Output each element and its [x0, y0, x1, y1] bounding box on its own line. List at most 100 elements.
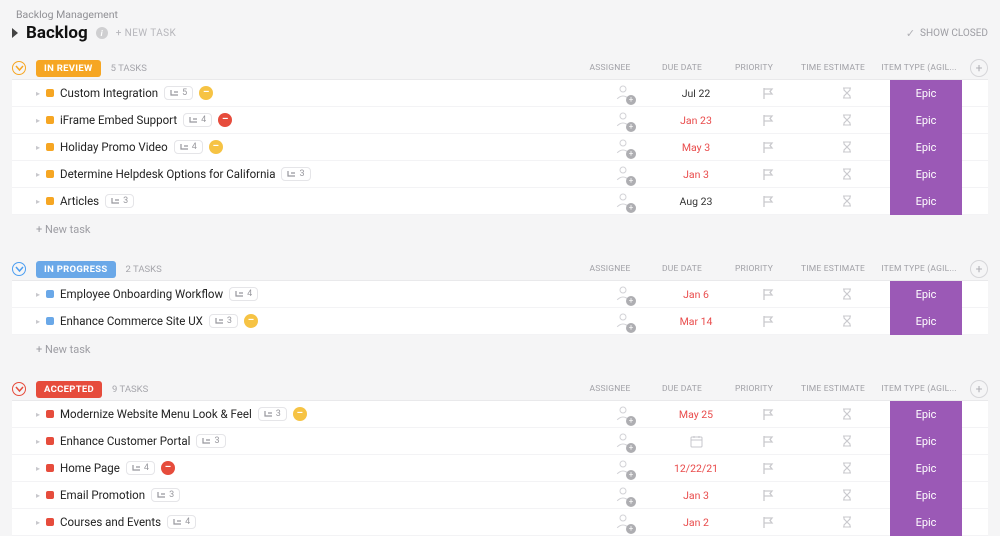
assignee-cell[interactable]: +	[588, 512, 660, 532]
item-type-cell[interactable]: Epic	[890, 281, 962, 308]
item-type-cell[interactable]: Epic	[890, 308, 962, 335]
task-name[interactable]: Enhance Commerce Site UX	[60, 314, 203, 328]
priority-cell[interactable]	[732, 195, 804, 207]
item-type-cell[interactable]: Epic	[890, 188, 962, 215]
add-column-button[interactable]: +	[970, 380, 988, 398]
task-name[interactable]: Holiday Promo Video	[60, 140, 168, 154]
status-square-icon[interactable]	[46, 410, 54, 418]
new-task-row[interactable]: + New task	[12, 215, 988, 240]
expand-caret-icon[interactable]: ▸	[36, 89, 40, 98]
task-name[interactable]: Courses and Events	[60, 515, 161, 529]
task-row[interactable]: ▸Employee Onboarding Workflow4+Jan 6Epic	[12, 281, 988, 308]
add-assignee-icon[interactable]: +	[626, 416, 636, 426]
assignee-cell[interactable]: +	[588, 311, 660, 331]
subtask-count-chip[interactable]: 4	[167, 515, 196, 529]
task-name[interactable]: Home Page	[60, 461, 120, 475]
due-date-cell[interactable]	[660, 435, 732, 448]
status-square-icon[interactable]	[46, 290, 54, 298]
priority-cell[interactable]	[732, 114, 804, 126]
due-date-cell[interactable]: May 3	[660, 141, 732, 154]
add-column-button[interactable]: +	[970, 59, 988, 77]
col-due-date[interactable]: DUE DATE	[646, 384, 718, 394]
priority-cell[interactable]	[732, 516, 804, 528]
status-square-icon[interactable]	[46, 437, 54, 445]
assignee-cell[interactable]: +	[588, 284, 660, 304]
col-assignee[interactable]: ASSIGNEE	[574, 264, 646, 274]
priority-cell[interactable]	[732, 489, 804, 501]
item-type-cell[interactable]: Epic	[890, 161, 962, 188]
col-priority[interactable]: PRIORITY	[718, 63, 790, 73]
subtask-count-chip[interactable]: 3	[209, 314, 238, 328]
subtask-count-chip[interactable]: 3	[281, 167, 310, 181]
time-estimate-cell[interactable]	[804, 114, 890, 126]
status-badge[interactable]: –	[161, 461, 175, 475]
col-item-type[interactable]: ITEM TYPE (AGIL...	[876, 264, 962, 274]
expand-caret-icon[interactable]: ▸	[36, 410, 40, 419]
add-assignee-icon[interactable]: +	[626, 203, 636, 213]
status-badge[interactable]: –	[209, 140, 223, 154]
task-row[interactable]: ▸Determine Helpdesk Options for Californ…	[12, 161, 988, 188]
time-estimate-cell[interactable]	[804, 435, 890, 447]
subtask-count-chip[interactable]: 3	[196, 434, 225, 448]
breadcrumb[interactable]: Backlog Management	[12, 8, 988, 21]
disclosure-icon[interactable]	[12, 28, 18, 38]
add-assignee-icon[interactable]: +	[626, 95, 636, 105]
task-name[interactable]: Articles	[60, 194, 99, 208]
status-badge[interactable]: –	[293, 407, 307, 421]
assignee-cell[interactable]: +	[588, 431, 660, 451]
col-time-estimate[interactable]: TIME ESTIMATE	[790, 264, 876, 274]
priority-cell[interactable]	[732, 141, 804, 153]
due-date-cell[interactable]: Mar 14	[660, 315, 732, 328]
status-square-icon[interactable]	[46, 197, 54, 205]
item-type-cell[interactable]: Epic	[890, 401, 962, 428]
assignee-cell[interactable]: +	[588, 404, 660, 424]
time-estimate-cell[interactable]	[804, 168, 890, 180]
status-pill[interactable]: IN REVIEW	[36, 60, 101, 77]
time-estimate-cell[interactable]	[804, 87, 890, 99]
status-square-icon[interactable]	[46, 518, 54, 526]
assignee-cell[interactable]: +	[588, 191, 660, 211]
assignee-cell[interactable]: +	[588, 164, 660, 184]
expand-caret-icon[interactable]: ▸	[36, 290, 40, 299]
time-estimate-cell[interactable]	[804, 408, 890, 420]
subtask-count-chip[interactable]: 5	[164, 86, 193, 100]
time-estimate-cell[interactable]	[804, 489, 890, 501]
task-name[interactable]: Modernize Website Menu Look & Feel	[60, 407, 252, 421]
info-icon[interactable]: i	[96, 27, 108, 39]
item-type-cell[interactable]: Epic	[890, 107, 962, 134]
col-assignee[interactable]: ASSIGNEE	[574, 384, 646, 394]
due-date-cell[interactable]: Aug 23	[660, 195, 732, 208]
priority-cell[interactable]	[732, 315, 804, 327]
due-date-cell[interactable]: Jan 3	[660, 168, 732, 181]
expand-caret-icon[interactable]: ▸	[36, 116, 40, 125]
expand-caret-icon[interactable]: ▸	[36, 437, 40, 446]
add-column-button[interactable]: +	[970, 260, 988, 278]
priority-cell[interactable]	[732, 288, 804, 300]
add-assignee-icon[interactable]: +	[626, 470, 636, 480]
subtask-count-chip[interactable]: 4	[126, 461, 155, 475]
task-row[interactable]: ▸Courses and Events4+Jan 2Epic	[12, 509, 988, 536]
time-estimate-cell[interactable]	[804, 141, 890, 153]
task-row[interactable]: ▸Home Page4–+12/22/21Epic	[12, 455, 988, 482]
subtask-count-chip[interactable]: 4	[183, 113, 212, 127]
status-square-icon[interactable]	[46, 170, 54, 178]
item-type-cell[interactable]: Epic	[890, 428, 962, 455]
task-row[interactable]: ▸Holiday Promo Video4–+May 3Epic	[12, 134, 988, 161]
status-badge[interactable]: –	[218, 113, 232, 127]
priority-cell[interactable]	[732, 168, 804, 180]
due-date-cell[interactable]: Jan 3	[660, 489, 732, 502]
task-row[interactable]: ▸Enhance Commerce Site UX3–+Mar 14Epic	[12, 308, 988, 335]
assignee-cell[interactable]: +	[588, 110, 660, 130]
priority-cell[interactable]	[732, 408, 804, 420]
time-estimate-cell[interactable]	[804, 516, 890, 528]
add-assignee-icon[interactable]: +	[626, 149, 636, 159]
status-pill[interactable]: ACCEPTED	[36, 381, 102, 398]
time-estimate-cell[interactable]	[804, 195, 890, 207]
task-row[interactable]: ▸Email Promotion3+Jan 3Epic	[12, 482, 988, 509]
time-estimate-cell[interactable]	[804, 315, 890, 327]
expand-caret-icon[interactable]: ▸	[36, 518, 40, 527]
subtask-count-chip[interactable]: 4	[229, 287, 258, 301]
status-square-icon[interactable]	[46, 491, 54, 499]
col-priority[interactable]: PRIORITY	[718, 384, 790, 394]
col-item-type[interactable]: ITEM TYPE (AGIL...	[876, 63, 962, 73]
